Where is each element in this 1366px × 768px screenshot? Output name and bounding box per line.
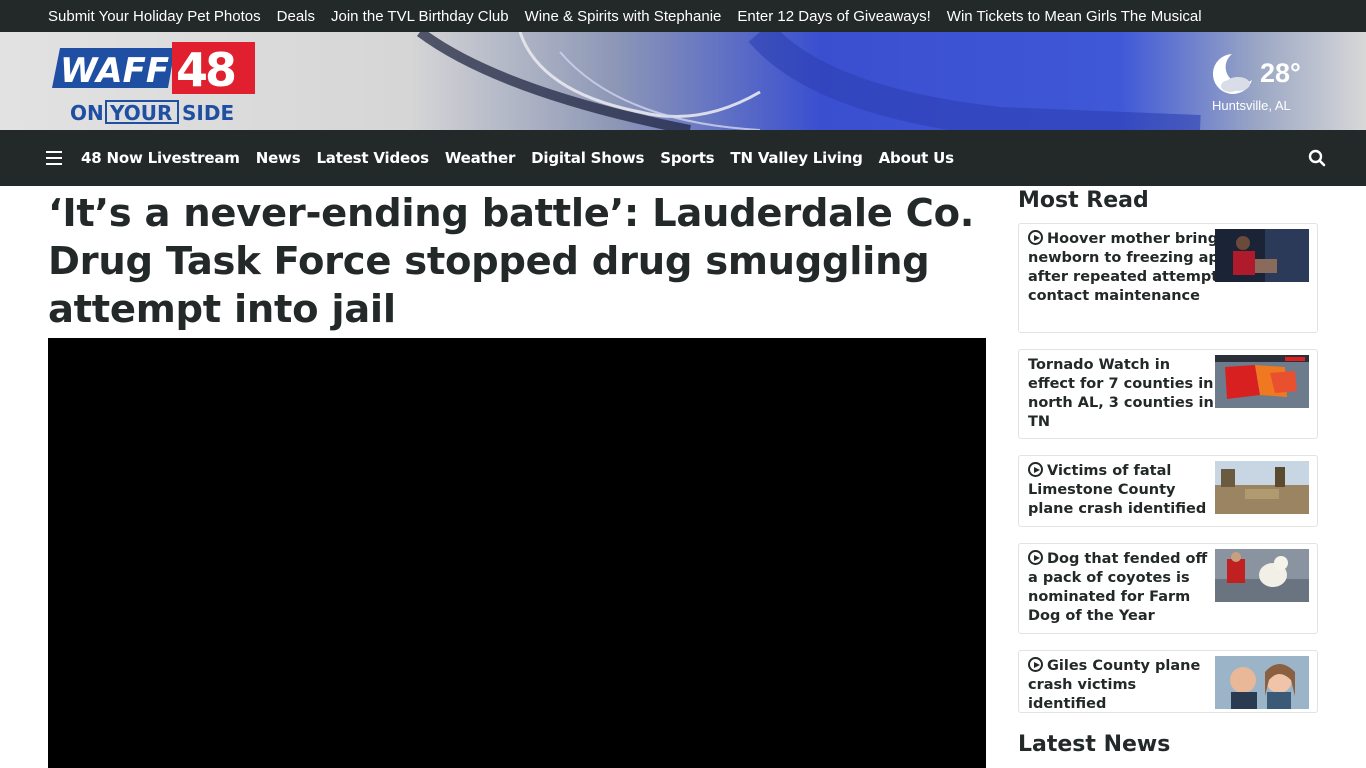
story-title: Tornado Watch in effect for 7 counties i… bbox=[1028, 357, 1214, 430]
most-read-item[interactable]: Dog that fended off a pack of coyotes is… bbox=[1018, 543, 1318, 634]
logo-tagline-side: SIDE bbox=[182, 101, 234, 124]
story-thumbnail bbox=[1215, 229, 1309, 282]
site-header: WAFF 48 ON YOUR SIDE 28° Huntsville, AL bbox=[0, 32, 1366, 130]
promo-link-giveaways[interactable]: Enter 12 Days of Giveaways! bbox=[737, 8, 930, 25]
story-title: Victims of fatal Limestone County plane … bbox=[1028, 462, 1207, 517]
nav-item-about-us[interactable]: About Us bbox=[879, 149, 954, 167]
story-thumbnail bbox=[1215, 656, 1309, 709]
nav-item-digital-shows[interactable]: Digital Shows bbox=[531, 149, 644, 167]
latest-news-heading: Latest News bbox=[1018, 732, 1171, 757]
most-read-item[interactable]: Tornado Watch in effect for 7 counties i… bbox=[1018, 349, 1318, 439]
search-icon[interactable] bbox=[1308, 149, 1326, 167]
logo-brand: WAFF bbox=[60, 51, 169, 91]
video-play-icon bbox=[1028, 550, 1043, 565]
nav-item-tn-valley-living[interactable]: TN Valley Living bbox=[730, 149, 862, 167]
hamburger-menu-icon[interactable] bbox=[46, 151, 62, 165]
logo-number: 48 bbox=[176, 43, 235, 97]
nav-item-weather[interactable]: Weather bbox=[445, 149, 516, 167]
story-thumbnail bbox=[1215, 549, 1309, 602]
promo-link-wine-spirits[interactable]: Wine & Spirits with Stephanie bbox=[525, 8, 722, 25]
promo-link-birthday-club[interactable]: Join the TVL Birthday Club bbox=[331, 8, 509, 25]
article-headline: ‘It’s a never-ending battle’: Lauderdale… bbox=[48, 191, 975, 332]
nav-item-livestream[interactable]: 48 Now Livestream bbox=[81, 149, 240, 167]
main-nav: 48 Now Livestream News Latest Videos Wea… bbox=[0, 130, 1366, 186]
promo-link-pet-photos[interactable]: Submit Your Holiday Pet Photos bbox=[48, 8, 261, 25]
promo-bar: Submit Your Holiday Pet Photos Deals Joi… bbox=[0, 0, 1366, 32]
promo-link-deals[interactable]: Deals bbox=[277, 8, 315, 25]
most-read-item[interactable]: Giles County plane crash victims identif… bbox=[1018, 650, 1318, 713]
logo-tagline-your: YOUR bbox=[109, 101, 172, 124]
most-read-item[interactable]: Hoover mother brings home newborn to fre… bbox=[1018, 223, 1318, 333]
nav-item-latest-videos[interactable]: Latest Videos bbox=[316, 149, 429, 167]
promo-link-mean-girls[interactable]: Win Tickets to Mean Girls The Musical bbox=[947, 8, 1202, 25]
waff48-logo[interactable]: WAFF 48 ON YOUR SIDE bbox=[50, 40, 255, 124]
story-thumbnail bbox=[1215, 461, 1309, 514]
main-content: ‘It’s a never-ending battle’: Lauderdale… bbox=[0, 186, 1366, 768]
video-play-icon bbox=[1028, 657, 1043, 672]
video-player[interactable] bbox=[48, 338, 986, 768]
story-title: Dog that fended off a pack of coyotes is… bbox=[1028, 550, 1208, 624]
nav-item-sports[interactable]: Sports bbox=[660, 149, 714, 167]
weather-location: Huntsville, AL bbox=[1212, 98, 1291, 113]
weather-widget[interactable]: 28° Huntsville, AL bbox=[1206, 46, 1316, 116]
story-thumbnail bbox=[1215, 355, 1309, 408]
most-read-heading: Most Read bbox=[1018, 188, 1149, 213]
story-title: Giles County plane crash victims identif… bbox=[1028, 657, 1201, 712]
moon-cloud-icon bbox=[1212, 54, 1252, 94]
weather-temperature: 28° bbox=[1260, 58, 1301, 88]
video-play-icon bbox=[1028, 230, 1043, 245]
video-play-icon bbox=[1028, 462, 1043, 477]
most-read-item[interactable]: Victims of fatal Limestone County plane … bbox=[1018, 455, 1318, 527]
logo-tagline-on: ON bbox=[70, 101, 104, 124]
nav-item-news[interactable]: News bbox=[256, 149, 301, 167]
